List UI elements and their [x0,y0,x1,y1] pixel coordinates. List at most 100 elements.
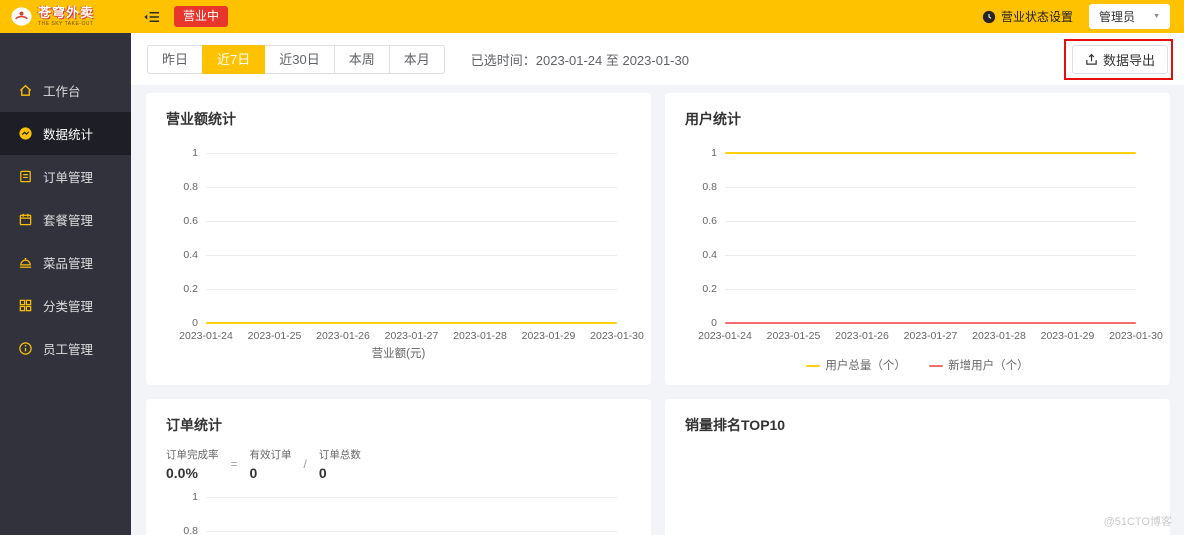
stat-value: 0 [249,465,258,481]
legend-label: 用户总量（个） [825,360,906,372]
stat-label: 有效订单 [249,449,292,461]
main-content: 昨日 近7日 近30日 本周 本月 已选时间：2023-01-24 至 2023… [131,33,1184,535]
sidebar-item-label: 分类管理 [43,300,94,314]
sidebar-item-categories[interactable]: 分类管理 [0,284,131,327]
statistics-icon [18,126,33,141]
sidebar-item-orders[interactable]: 订单管理 [0,155,131,198]
x-tick-label: 2023-01-24 [179,330,233,342]
sidebar-item-employees[interactable]: 员工管理 [0,327,131,370]
gridline [206,497,617,498]
valid-orders-stat: 有效订单 0 [250,447,292,481]
sidebar-item-dishes[interactable]: 菜品管理 [0,241,131,284]
y-tick-label: 0.8 [702,181,717,193]
sidebar-item-label: 订单管理 [43,171,94,185]
order-completion-stat: 订单完成率 0.0% [166,447,219,481]
card-title: 订单统计 [166,417,222,433]
status-badge: 营业中 [174,6,229,27]
sidebar-item-statistics[interactable]: 数据统计 [0,112,131,155]
x-tick-label: 2023-01-25 [766,330,821,342]
legend-marker-new-users [929,364,944,368]
gridline [725,187,1136,188]
x-tick-label: 2023-01-28 [453,330,507,342]
x-tick-label: 2023-01-29 [1040,330,1095,342]
x-tick-label: 2023-01-29 [521,330,576,342]
user-legend: 用户总量（个） 新增用户（个） [665,357,1170,373]
logo-subtitle: THE SKY TAKE-OUT [38,21,94,27]
x-tick-label: 2023-01-26 [316,330,370,342]
sidebar-item-workbench[interactable]: 工作台 [0,69,131,112]
gridline [206,153,617,154]
chevron-down-icon: ▼ [1153,13,1160,20]
status-settings-label: 营业状态设置 [1001,10,1074,24]
export-button-label: 数据导出 [1102,52,1155,68]
x-tick-label: 2023-01-27 [384,330,439,342]
filter-thismonth-button[interactable]: 本月 [388,44,445,74]
gridline [206,221,617,222]
gridline [725,221,1136,222]
y-tick-label: 0.4 [183,249,198,261]
sidebar-item-label: 套餐管理 [43,214,94,228]
x-tick-label: 2023-01-30 [590,330,644,342]
x-axis-labels: 2023-01-24 2023-01-25 2023-01-26 2023-01… [179,330,644,343]
sidebar-item-setmeal[interactable]: 套餐管理 [0,198,131,241]
status-settings-button[interactable]: 营业状态设置 [982,8,1073,25]
user-stats-card: 用户统计 1 0.8 0.6 0.4 0.2 0 2023-01-24 2023… [665,93,1170,385]
card-title: 销量排名TOP10 [685,417,786,433]
stat-label: 订单完成率 [166,449,219,461]
legend-label: 新增用户（个） [948,360,1029,372]
filter-thisweek-button[interactable]: 本周 [333,44,390,74]
topbar-right: 营业状态设置 管理员 ▼ [982,4,1184,29]
dashboard-cards: 营业额统计 1 0.8 0.6 0.4 0.2 0 2023-01-24 202… [131,85,1184,535]
dish-icon [18,255,33,270]
topbar: 苍穹外卖 THE SKY TAKE-OUT 营业中 营业状态设置 管理员 ▼ [0,0,1184,33]
sidebar: 工作台 数据统计 订单管理 套餐管理 菜品管理 分类管理 员工管理 [0,33,131,535]
card-title: 营业额统计 [166,111,236,127]
x-tick-label: 2023-01-24 [698,330,752,342]
date-range-button-group: 昨日 近7日 近30日 本周 本月 [147,44,445,74]
user-chart: 1 0.8 0.6 0.4 0.2 0 2023-01-24 2023-01-2… [698,147,1163,342]
legend-label: 营业额(元) [371,348,426,360]
user-menu[interactable]: 管理员 ▼ [1089,4,1170,29]
user-menu-label: 管理员 [1099,10,1136,24]
y-tick-label: 0.8 [183,525,198,535]
logo-text: 苍穹外卖 THE SKY TAKE-OUT [38,6,94,27]
turnover-chart: 1 0.8 0.6 0.4 0.2 0 2023-01-24 2023-01-2… [179,147,644,342]
gridline [725,289,1136,290]
gridline [725,255,1136,256]
sidebar-item-label: 员工管理 [43,343,94,357]
filter-yesterday-button[interactable]: 昨日 [147,44,204,74]
order-stats-card: 订单统计 订单完成率 0.0% = 有效订单 0 / 订单总数 0 1 0.8 [146,399,651,535]
y-tick-label: 1 [192,491,198,503]
x-tick-label: 2023-01-30 [1109,330,1163,342]
y-tick-label: 0 [711,317,717,329]
logo-title: 苍穹外卖 [38,5,95,20]
y-tick-label: 0 [192,317,198,329]
x-tick-label: 2023-01-26 [835,330,889,342]
turnover-legend: 营业额(元) [146,345,651,361]
export-button[interactable]: 数据导出 [1071,44,1168,74]
filter-last30days-button[interactable]: 近30日 [264,44,335,74]
x-tick-label: 2023-01-28 [972,330,1026,342]
setmeal-icon [18,212,33,227]
menu-collapse-icon[interactable] [143,10,160,24]
y-tick-label: 0.2 [183,283,198,295]
clock-icon [982,10,996,24]
turnover-series-line [206,322,617,324]
x-axis-labels: 2023-01-24 2023-01-25 2023-01-26 2023-01… [698,330,1163,343]
logo: 苍穹外卖 THE SKY TAKE-OUT [0,6,131,27]
order-stats-summary: 订单完成率 0.0% = 有效订单 0 / 订单总数 0 [166,447,631,481]
selected-time-text: 已选时间：2023-01-24 至 2023-01-30 [470,52,689,68]
gridline [206,187,617,188]
y-tick-label: 0.8 [183,181,198,193]
export-wrap: 数据导出 [1063,38,1173,80]
stat-value: 0.0% [166,465,198,481]
sidebar-item-label: 数据统计 [43,128,94,142]
gridline [206,255,617,256]
total-orders-stat: 订单总数 0 [319,447,361,481]
y-tick-label: 0.6 [702,215,717,227]
turnover-card: 营业额统计 1 0.8 0.6 0.4 0.2 0 2023-01-24 202… [146,93,651,385]
filter-last7days-button[interactable]: 近7日 [202,44,266,74]
employee-icon [18,341,33,356]
x-tick-label: 2023-01-25 [247,330,302,342]
card-title: 用户统计 [685,111,741,127]
